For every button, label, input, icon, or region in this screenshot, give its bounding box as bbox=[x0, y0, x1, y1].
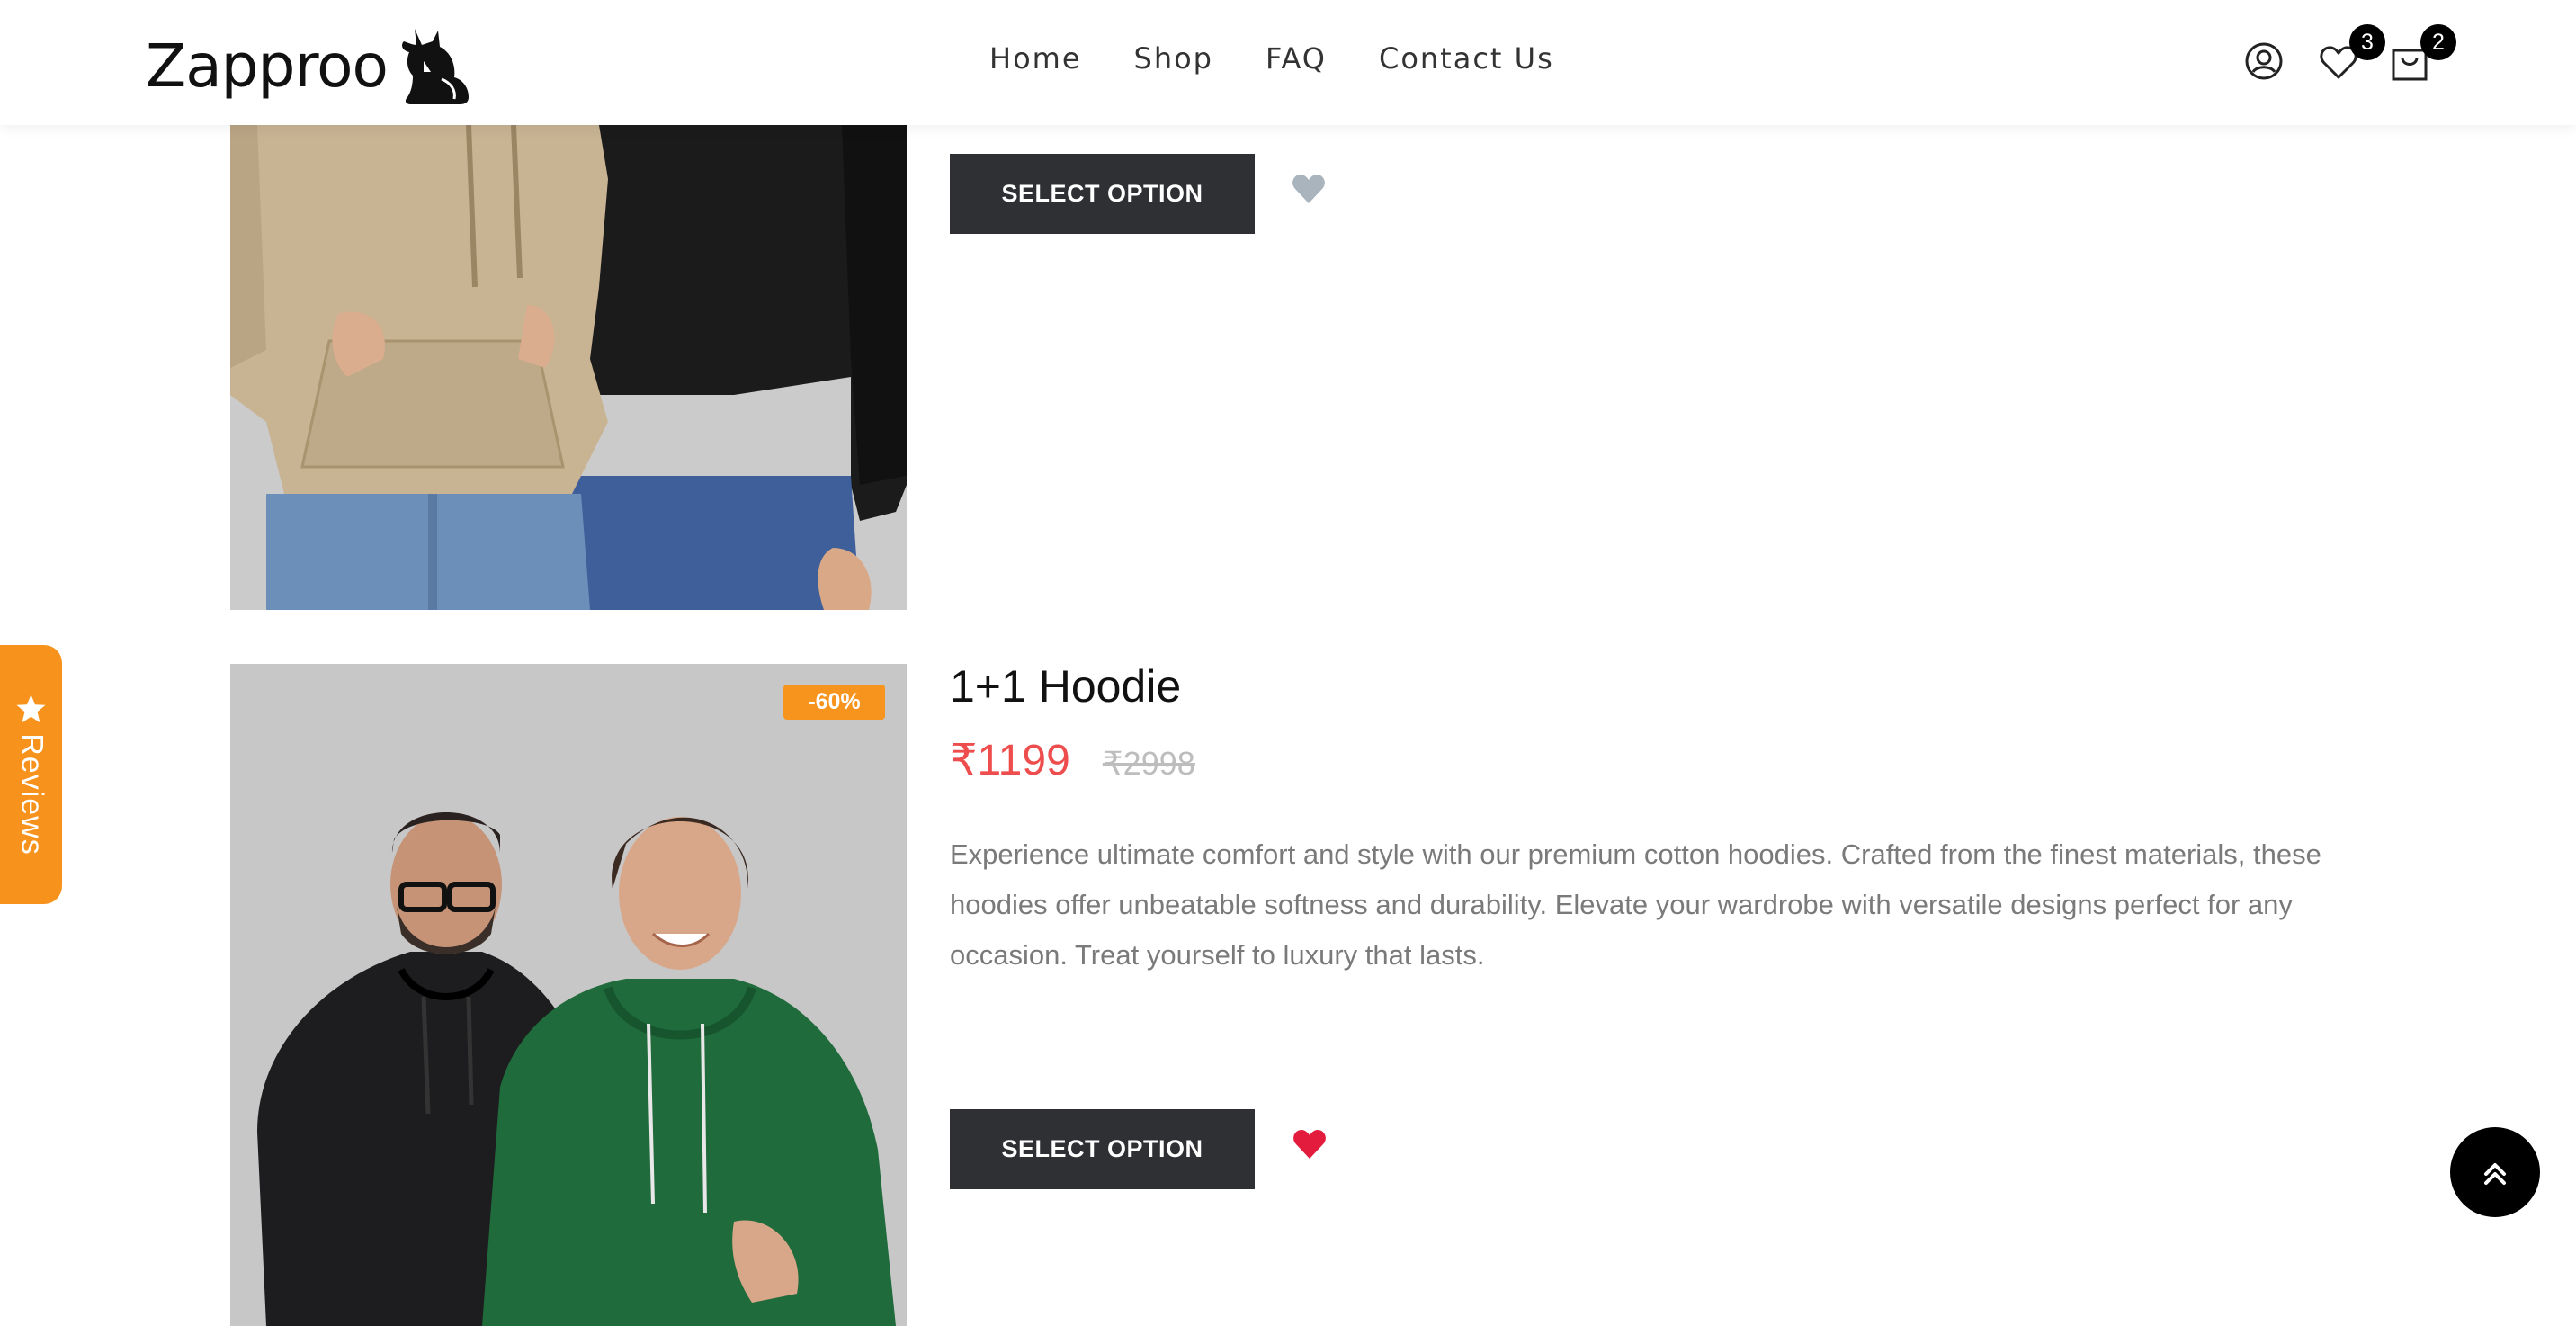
product-image-black-green-hoodies[interactable] bbox=[230, 664, 907, 1326]
double-chevron-up-icon bbox=[2484, 1163, 2506, 1185]
price-row: ₹1199 ₹2998 bbox=[950, 735, 1195, 785]
cart-count-badge: 2 bbox=[2420, 24, 2456, 60]
reviews-tab-content: Reviews bbox=[13, 694, 49, 856]
account-icon[interactable] bbox=[2244, 41, 2284, 81]
hoodie-photo-illustration bbox=[230, 664, 907, 1326]
sale-price: ₹1199 bbox=[950, 737, 1070, 784]
nav-faq[interactable]: FAQ bbox=[1266, 41, 1327, 76]
nav-shop[interactable]: Shop bbox=[1134, 41, 1213, 76]
reviews-label: Reviews bbox=[14, 733, 49, 856]
scroll-to-top-button[interactable] bbox=[2450, 1127, 2540, 1217]
fox-logo-icon bbox=[401, 29, 469, 104]
select-option-button[interactable]: SELECT OPTION bbox=[950, 1109, 1255, 1189]
product-title[interactable]: 1+1 Hoodie bbox=[950, 660, 1181, 712]
product-description: Experience ultimate comfort and style wi… bbox=[950, 838, 2321, 971]
hoodie-photo-illustration bbox=[230, 125, 907, 610]
select-option-button[interactable]: SELECT OPTION bbox=[950, 154, 1255, 234]
star-icon bbox=[16, 694, 46, 723]
logo[interactable]: Zapproo bbox=[146, 22, 492, 110]
original-price: ₹2998 bbox=[1102, 745, 1195, 782]
nav-home[interactable]: Home bbox=[989, 41, 1082, 76]
logo-text: Zapproo bbox=[146, 31, 389, 101]
main-nav: Home Shop FAQ Contact Us bbox=[989, 36, 1606, 81]
wishlist-heart-icon[interactable] bbox=[1291, 171, 1327, 207]
reviews-tab[interactable]: Reviews bbox=[0, 645, 62, 904]
product-image-tan-black-hoodies[interactable] bbox=[230, 125, 907, 610]
nav-contact-us[interactable]: Contact Us bbox=[1379, 41, 1554, 76]
wishlist-heart-icon[interactable] bbox=[1292, 1126, 1328, 1162]
discount-badge: -60% bbox=[783, 685, 885, 720]
site-header: Zapproo Home Shop FAQ Contact Us 3 2 bbox=[0, 0, 2576, 125]
wishlist-count-badge: 3 bbox=[2349, 24, 2385, 60]
